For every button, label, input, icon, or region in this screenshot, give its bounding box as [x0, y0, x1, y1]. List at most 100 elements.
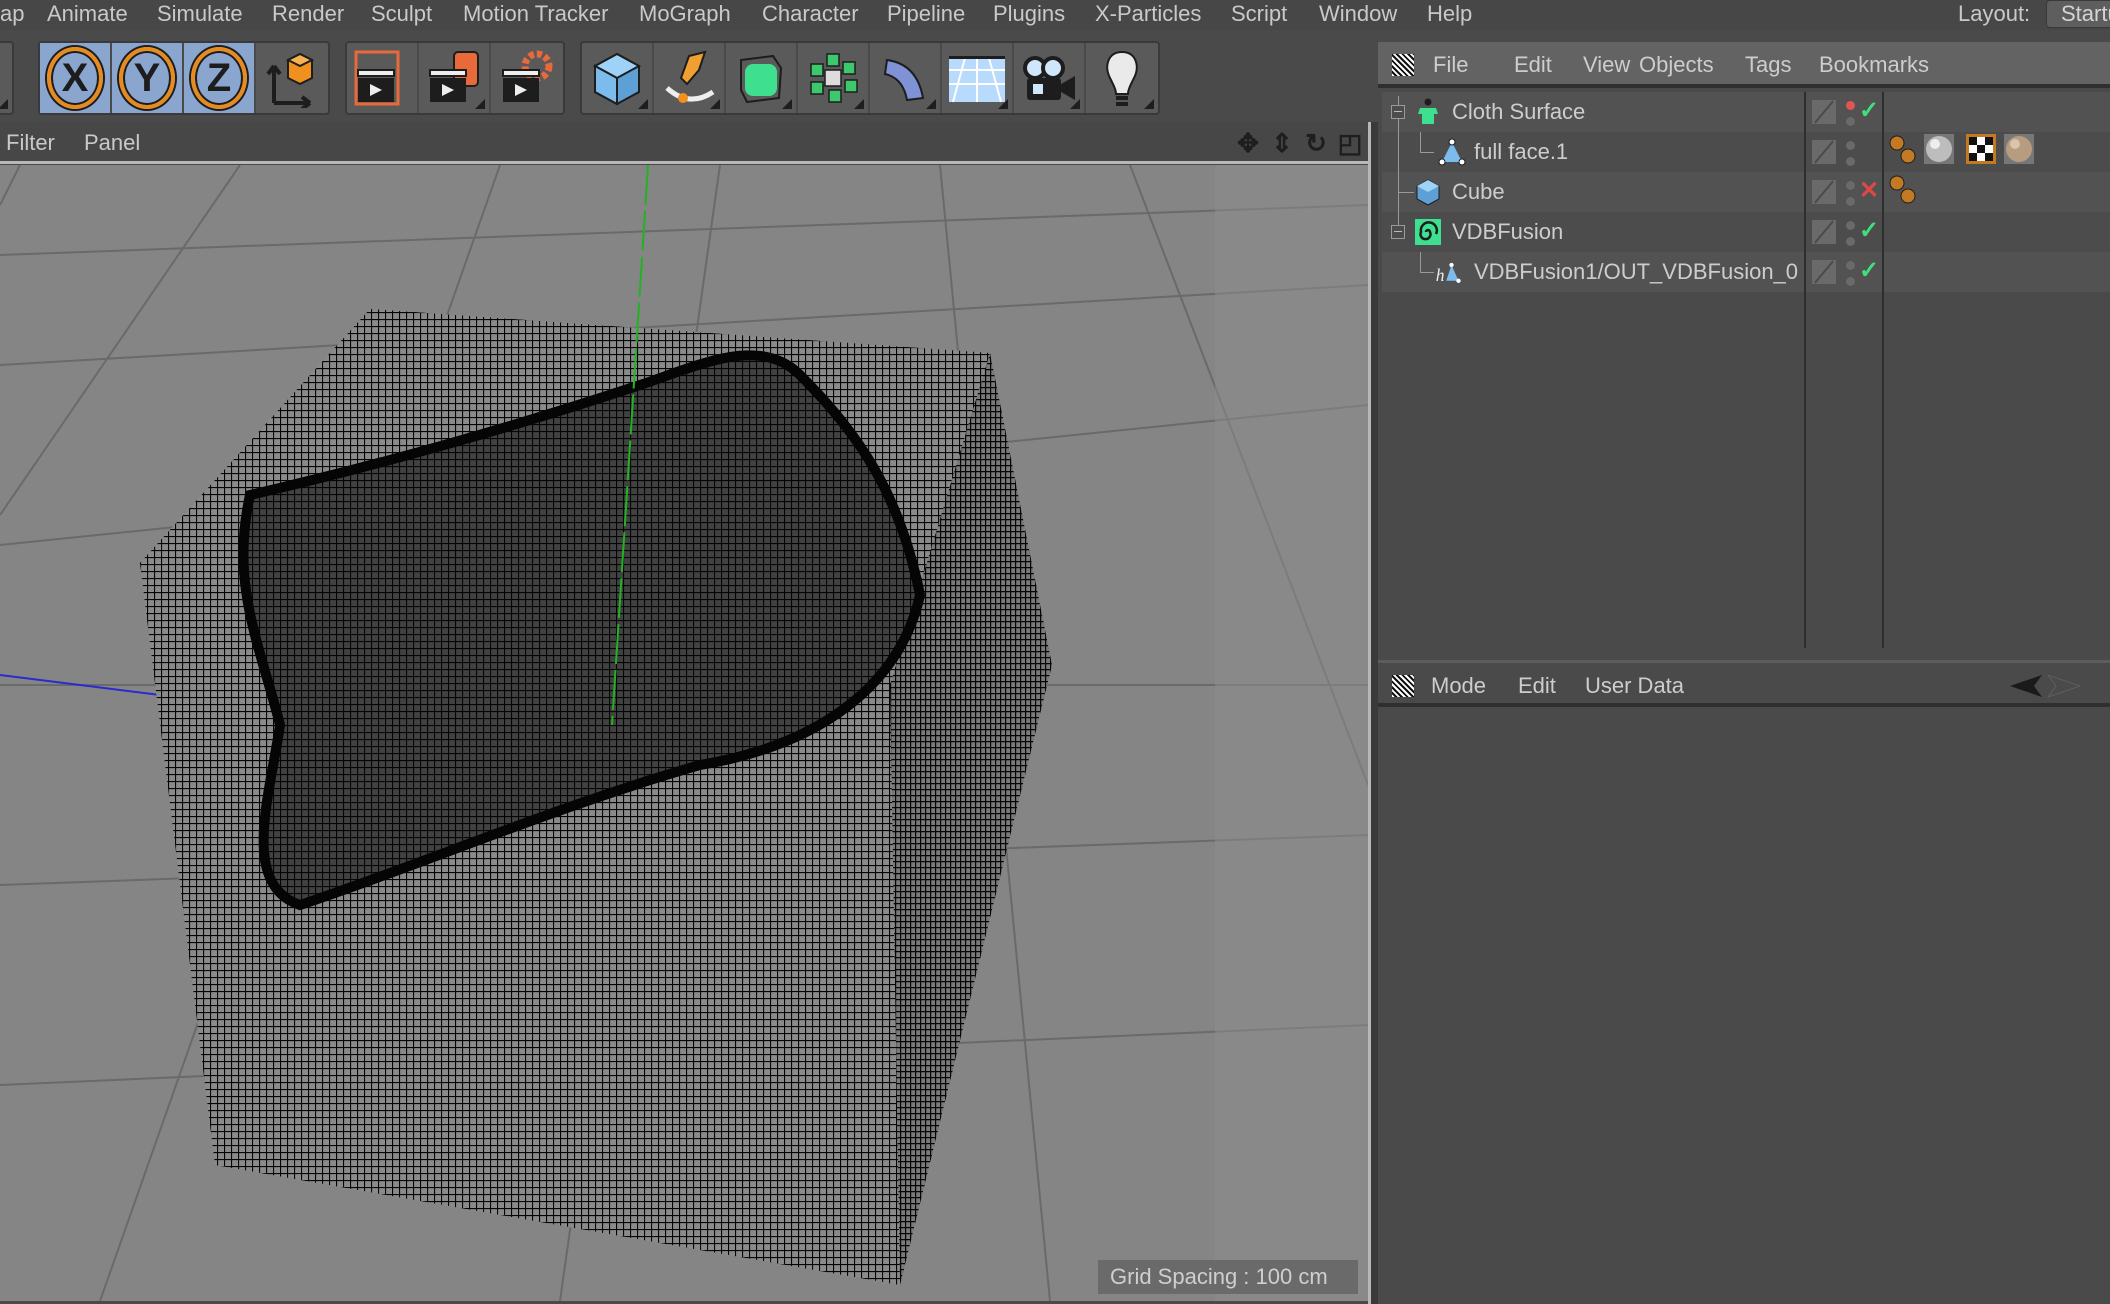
menu-help[interactable]: Help: [1427, 0, 1472, 28]
cube-button[interactable]: [582, 43, 654, 113]
viewport-canvas: [0, 165, 1368, 1301]
enabled-check-icon[interactable]: ✓: [1859, 256, 1879, 285]
column-separator[interactable]: [1882, 92, 1884, 648]
om-menu-objects[interactable]: Objects: [1639, 52, 1714, 78]
am-menu-mode[interactable]: Mode: [1431, 673, 1486, 699]
menu-character[interactable]: Character: [762, 0, 859, 28]
coordinate-system-icon: [266, 52, 315, 108]
render-visibility-dot[interactable]: [1846, 197, 1855, 206]
layer-toggle[interactable]: [1812, 260, 1836, 284]
layout-select[interactable]: Startu: [2046, 0, 2110, 28]
menu-script[interactable]: Script: [1231, 0, 1287, 28]
menu-render[interactable]: Render: [272, 0, 344, 28]
collapse-toggle[interactable]: [1391, 105, 1405, 119]
phong-tag-icon[interactable]: [1888, 174, 1918, 204]
panel-grip-icon[interactable]: [1392, 675, 1414, 697]
cloner-icon: [810, 53, 858, 103]
material-skin-tag-icon[interactable]: [2004, 134, 2034, 164]
menu-window[interactable]: Window: [1319, 0, 1397, 28]
phong-tag-icon[interactable]: [1888, 134, 1918, 164]
houdini-polygon-icon: h: [1436, 262, 1461, 285]
camera-icon: [1023, 56, 1075, 100]
om-menu-bookmarks[interactable]: Bookmarks: [1819, 52, 1929, 78]
editor-visibility-dot[interactable]: [1846, 101, 1855, 110]
column-separator[interactable]: [1804, 92, 1806, 648]
tree-line: [1420, 272, 1434, 273]
render-visibility-dot[interactable]: [1846, 237, 1855, 246]
toolbar-group-axis: X Y Z: [38, 41, 330, 115]
layer-toggle[interactable]: [1812, 140, 1836, 164]
menu-x-particles[interactable]: X-Particles: [1095, 0, 1201, 28]
menu-motion-tracker[interactable]: Motion Tracker: [463, 0, 609, 28]
panel-grip-icon[interactable]: [1392, 54, 1414, 76]
tree-line: [1420, 152, 1434, 153]
lock-x-axis-button[interactable]: X: [40, 43, 112, 113]
camera-button[interactable]: [1014, 43, 1086, 113]
cube-icon: [592, 52, 642, 106]
render-visibility-dot[interactable]: [1846, 277, 1855, 286]
toolbar-group-partial: [0, 41, 14, 115]
cloth-surface-icon: [1418, 98, 1438, 124]
om-menu-edit[interactable]: Edit: [1514, 52, 1552, 78]
am-menu-user-data[interactable]: User Data: [1585, 673, 1684, 699]
object-name[interactable]: Cube: [1452, 172, 1505, 212]
subdivision-surface-button[interactable]: [726, 43, 798, 113]
menu-mograph[interactable]: MoGraph: [639, 0, 731, 28]
polygon-object-icon: [1438, 138, 1466, 166]
pen-spline-button[interactable]: [654, 43, 726, 113]
coordinate-system-button[interactable]: [256, 43, 328, 113]
zoom-view-icon[interactable]: ⇕: [1268, 128, 1296, 158]
editor-visibility-dot[interactable]: [1846, 181, 1855, 190]
layer-toggle[interactable]: [1812, 220, 1836, 244]
3d-viewport[interactable]: Grid Spacing : 100 cm: [0, 165, 1368, 1301]
layer-toggle[interactable]: [1812, 100, 1836, 124]
render-visibility-dot[interactable]: [1846, 157, 1855, 166]
om-menu-tags[interactable]: Tags: [1745, 52, 1791, 78]
viewport-menu-panel[interactable]: Panel: [84, 130, 140, 156]
rotate-view-icon[interactable]: ↻: [1302, 128, 1330, 158]
object-name[interactable]: VDBFusion: [1452, 212, 1563, 252]
light-button[interactable]: [1086, 43, 1158, 113]
menu-simulate[interactable]: Simulate: [157, 0, 243, 28]
enabled-check-icon[interactable]: ✓: [1859, 96, 1879, 125]
cloner-button[interactable]: [798, 43, 870, 113]
am-menu-edit[interactable]: Edit: [1518, 673, 1556, 699]
back-arrow-icon[interactable]: [2010, 675, 2044, 697]
vdb-fusion-icon: [1415, 219, 1441, 245]
enabled-check-icon[interactable]: ✓: [1859, 216, 1879, 245]
move-view-icon[interactable]: ✥: [1234, 128, 1262, 158]
floor-button[interactable]: [942, 43, 1014, 113]
partial-tool-button[interactable]: [0, 43, 12, 113]
disabled-x-icon[interactable]: ✕: [1859, 176, 1879, 205]
menu-map[interactable]: ap: [0, 0, 24, 28]
maximize-view-icon[interactable]: ◰: [1336, 128, 1364, 158]
collapse-toggle[interactable]: [1391, 225, 1405, 239]
render-to-picture-viewer-button[interactable]: [419, 43, 491, 113]
object-name[interactable]: Cloth Surface: [1452, 92, 1585, 132]
editor-visibility-dot[interactable]: [1846, 221, 1855, 230]
material-grey-tag-icon[interactable]: [1924, 134, 1954, 164]
bend-deformer-button[interactable]: [870, 43, 942, 113]
menu-plugins[interactable]: Plugins: [993, 0, 1065, 28]
toolbar-group-objects: [580, 41, 1160, 115]
om-menu-file[interactable]: File: [1433, 52, 1468, 78]
render-view-button[interactable]: [347, 43, 419, 113]
editor-visibility-dot[interactable]: [1846, 261, 1855, 270]
menu-animate[interactable]: Animate: [47, 0, 128, 28]
object-name[interactable]: full face.1: [1474, 132, 1568, 172]
viewport-splitter[interactable]: [1368, 122, 1378, 1304]
forward-arrow-icon[interactable]: [2046, 675, 2080, 697]
editor-visibility-dot[interactable]: [1846, 141, 1855, 150]
om-menu-view[interactable]: View: [1583, 52, 1630, 78]
render-visibility-dot[interactable]: [1846, 117, 1855, 126]
lock-y-axis-button[interactable]: Y: [112, 43, 184, 113]
render-settings-button[interactable]: [491, 43, 563, 113]
viewport-menu-filter[interactable]: Filter: [6, 130, 55, 156]
menu-pipeline[interactable]: Pipeline: [887, 0, 965, 28]
object-name[interactable]: VDBFusion1/OUT_VDBFusion_0: [1474, 252, 1798, 292]
viewport-header: Filter Panel ✥ ⇕ ↻ ◰: [0, 122, 1378, 164]
menu-sculpt[interactable]: Sculpt: [371, 0, 432, 28]
material-checker-tag-icon[interactable]: [1966, 134, 1996, 164]
lock-z-axis-button[interactable]: Z: [184, 43, 256, 113]
layer-toggle[interactable]: [1812, 180, 1836, 204]
